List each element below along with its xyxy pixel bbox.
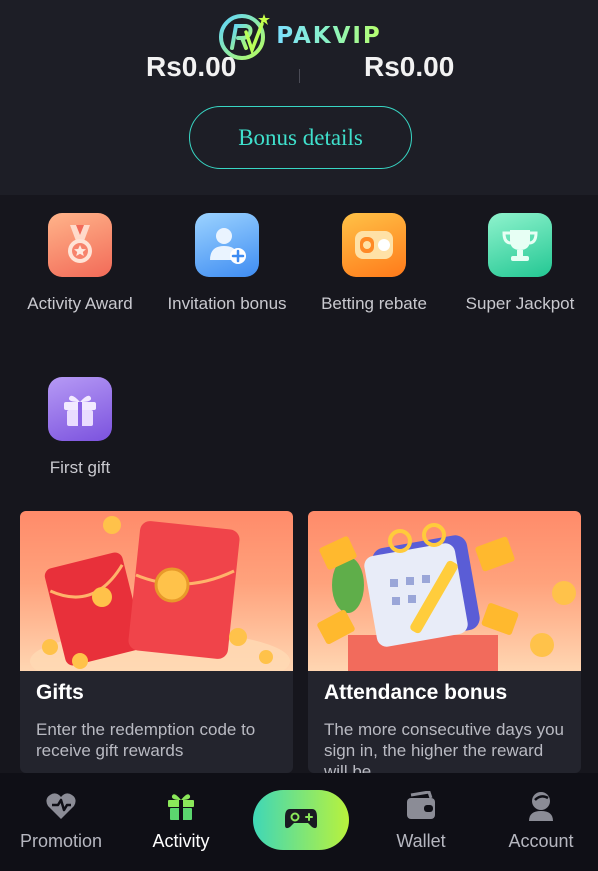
- gamepad-icon: [284, 805, 318, 836]
- balance-divider: [299, 69, 300, 83]
- header: PAKVIP Rs0.00 Rs0.00 Bonus details: [0, 0, 598, 195]
- betting-rebate-label: Betting rebate: [321, 294, 427, 313]
- nav-activity-label: Activity: [152, 831, 210, 851]
- account-icon: [523, 789, 559, 823]
- gifts-card-description: Enter the redemption code to receive gif…: [36, 720, 256, 760]
- add-user-icon: [195, 213, 259, 277]
- attendance-bonus-card-title: Attendance bonus: [324, 681, 508, 704]
- logo-mark-icon: [216, 10, 272, 62]
- gifts-card-title: Gifts: [36, 681, 84, 704]
- medal-icon: [48, 213, 112, 277]
- attendance-bonus-card-description: The more consecutive days you sign in, t…: [324, 720, 565, 773]
- brand-name: PAKVIP: [276, 23, 382, 49]
- nav-promotion-label: Promotion: [19, 831, 103, 851]
- wallet-rebate-icon: [342, 213, 406, 277]
- balance-row: Rs0.00 Rs0.00: [0, 57, 598, 85]
- bottom-nav: Promotion Activity Wallet Account: [0, 773, 598, 871]
- nav-wallet[interactable]: Wallet: [361, 789, 481, 852]
- promotion-icon: [43, 789, 79, 823]
- nav-promotion[interactable]: Promotion: [1, 789, 121, 852]
- gift-icon: [48, 377, 112, 441]
- calendar-illustration: [308, 511, 581, 671]
- gifts-card[interactable]: Gifts Enter the redemption code to recei…: [20, 511, 293, 773]
- nav-account[interactable]: Account: [481, 789, 598, 852]
- betting-rebate-item[interactable]: Betting rebate: [301, 213, 447, 314]
- invitation-bonus-item[interactable]: Invitation bonus: [154, 213, 300, 314]
- activity-award-label: Activity Award: [27, 294, 133, 313]
- nav-wallet-label: Wallet: [396, 831, 446, 851]
- brand-logo: PAKVIP: [0, 10, 598, 62]
- wallet-icon: [403, 789, 439, 823]
- nav-games-button[interactable]: [253, 790, 349, 850]
- attendance-bonus-card[interactable]: Attendance bonus The more consecutive da…: [308, 511, 581, 773]
- activity-award-item[interactable]: Activity Award: [7, 213, 153, 314]
- nav-account-label: Account: [508, 831, 574, 851]
- balance-right: Rs0.00: [364, 57, 455, 82]
- gift-icon: [163, 789, 199, 823]
- balance-left: Rs0.00: [146, 57, 237, 82]
- super-jackpot-label: Super Jackpot: [465, 294, 575, 313]
- bonus-details-button[interactable]: Bonus details: [189, 106, 412, 169]
- invitation-bonus-label: Invitation bonus: [167, 294, 287, 313]
- trophy-icon: [488, 213, 552, 277]
- first-gift-item[interactable]: First gift: [7, 377, 153, 478]
- nav-activity[interactable]: Activity: [121, 789, 241, 852]
- red-envelope-illustration: [20, 511, 293, 671]
- first-gift-label: First gift: [49, 458, 111, 477]
- super-jackpot-item[interactable]: Super Jackpot: [447, 213, 593, 314]
